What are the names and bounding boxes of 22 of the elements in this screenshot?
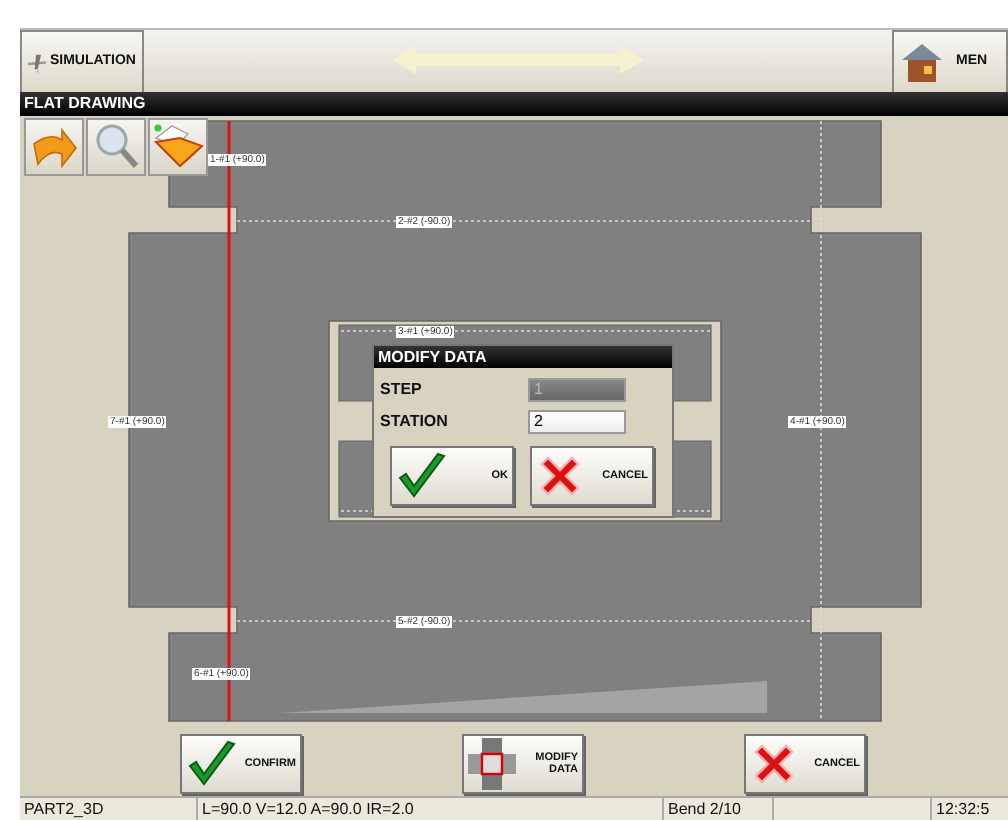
house-icon	[900, 39, 944, 84]
dialog-title: MODIFY DATA	[374, 345, 672, 368]
zoom-button[interactable]	[86, 117, 146, 176]
status-cell: Bend 2/10	[664, 798, 774, 820]
tool-button[interactable]	[24, 117, 84, 176]
status-cell: L=90.0 V=12.0 A=90.0 IR=2.0	[198, 798, 664, 820]
field-label: STEP	[380, 380, 424, 399]
input-field[interactable]: 2	[528, 409, 626, 434]
arrow-icon	[30, 124, 78, 169]
part-icon	[468, 738, 516, 791]
double-arrow-icon	[392, 46, 644, 75]
search-icon	[92, 122, 140, 171]
status-cell: PART2_3D	[20, 798, 198, 820]
check-icon	[186, 740, 238, 789]
open-button[interactable]	[148, 117, 208, 176]
folder-icon	[152, 122, 204, 171]
close-icon	[536, 451, 584, 500]
field-label: STATION	[380, 412, 450, 431]
status-cell: 12:32:5	[932, 798, 1008, 820]
view-title: FLAT DRAWING	[20, 91, 1008, 116]
check-icon	[396, 451, 448, 500]
close-icon	[750, 740, 798, 789]
